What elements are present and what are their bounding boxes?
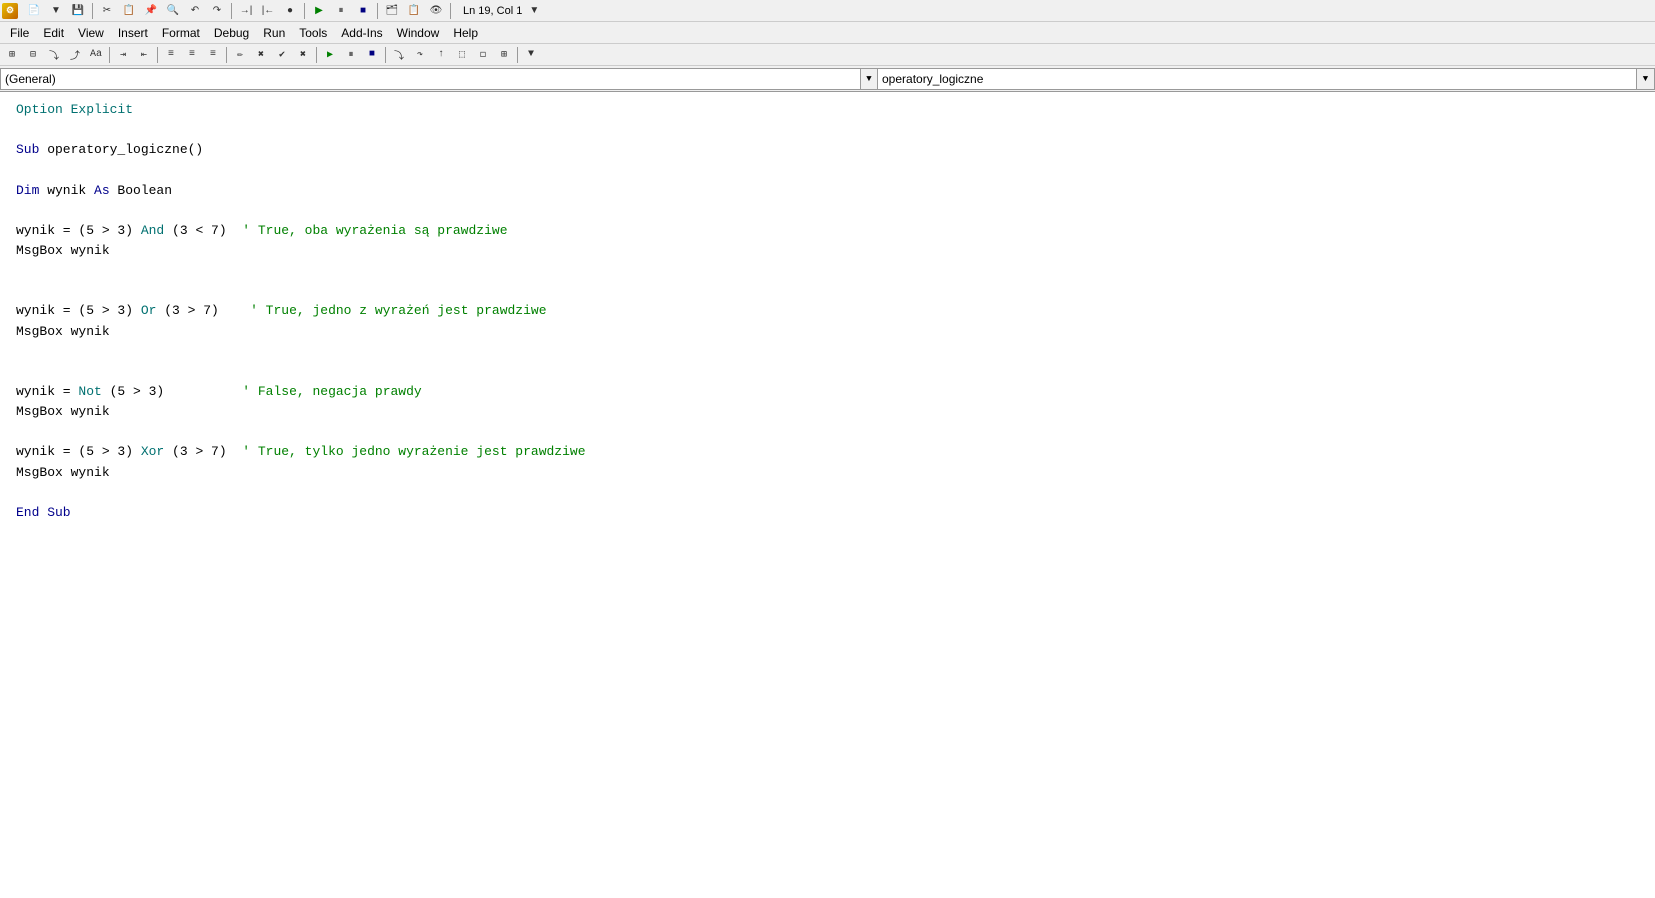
code-line-and: wynik = (5 > 3) And (3 < 7) ' True, oba …	[16, 221, 1639, 241]
menu-format[interactable]: Format	[156, 24, 206, 42]
tb2-locals[interactable]: ⬚	[452, 46, 472, 64]
code-line-blank-8	[16, 422, 1639, 442]
tb-paste[interactable]: 📌	[141, 2, 161, 20]
tb2-call-stack[interactable]: ⊞	[494, 46, 514, 64]
tb2-4[interactable]: ⤴	[65, 46, 85, 64]
sep10	[385, 47, 386, 63]
tb2-outdent1[interactable]: ⇤	[134, 46, 154, 64]
code-line-msgbox-2: MsgBox wynik	[16, 322, 1639, 342]
sep1	[92, 3, 93, 19]
menu-tools[interactable]: Tools	[293, 24, 333, 42]
sep5	[450, 3, 451, 19]
sep6	[109, 47, 110, 63]
code-line-msgbox-3: MsgBox wynik	[16, 402, 1639, 422]
code-line-blank-1	[16, 120, 1639, 140]
menu-bar: File Edit View Insert Format Debug Run T…	[0, 22, 1655, 44]
tb2-pause2[interactable]: ⏸	[341, 46, 361, 64]
tb-toggle-bkpt[interactable]: ●	[280, 2, 300, 20]
tb2-scroll[interactable]: ▼	[521, 46, 541, 64]
code-line-not: wynik = Not (5 > 3) ' False, negacja pra…	[16, 382, 1639, 402]
menu-window[interactable]: Window	[391, 24, 446, 42]
sep8	[226, 47, 227, 63]
tb-run[interactable]: ▶	[309, 2, 329, 20]
sep11	[517, 47, 518, 63]
tb-scroll-arrow[interactable]: ▼	[524, 2, 544, 20]
code-line-sub-start: Sub operatory_logiczne()	[16, 140, 1639, 160]
code-line-msgbox-4: MsgBox wynik	[16, 463, 1639, 483]
tb2-align-l[interactable]: ≡	[161, 46, 181, 64]
tb-project[interactable]: 🗂	[382, 2, 402, 20]
menu-insert[interactable]: Insert	[112, 24, 154, 42]
sep2	[231, 3, 232, 19]
menu-help[interactable]: Help	[447, 24, 484, 42]
tb2-1[interactable]: ⊞	[2, 46, 22, 64]
code-line-blank-7	[16, 362, 1639, 382]
code-line-blank-3	[16, 201, 1639, 221]
tb-cut[interactable]: ✂	[97, 2, 117, 20]
code-line-blank-6	[16, 342, 1639, 362]
tb-indent[interactable]: →|	[236, 2, 256, 20]
code-line-option-explicit: Option Explicit	[16, 100, 1639, 120]
code-line-msgbox-1: MsgBox wynik	[16, 241, 1639, 261]
tb2-check[interactable]: ✔	[272, 46, 292, 64]
cursor-position: Ln 19, Col 1	[463, 5, 522, 17]
tb2-2[interactable]: ⊟	[23, 46, 43, 64]
code-editor[interactable]: Option Explicit Sub operatory_logiczne()…	[0, 92, 1655, 898]
tb2-align-r[interactable]: ≡	[203, 46, 223, 64]
scope-dropdown-arrow[interactable]: ▼	[860, 68, 878, 90]
tb-redo-label[interactable]: ↷	[207, 2, 227, 20]
app-icon: ⚙	[2, 3, 18, 19]
tb-icon-1[interactable]: 📄	[24, 2, 44, 20]
code-line-or: wynik = (5 > 3) Or (3 > 7) ' True, jedno…	[16, 301, 1639, 321]
toolbar2: ⊞ ⊟ ⤵ ⤴ Aa ⇥ ⇤ ≡ ≡ ≡ ✏ ✖ ✔ ✖ ▶ ⏸ ■ ⤵ ↷ ↑…	[0, 44, 1655, 66]
tb-save[interactable]: 💾	[68, 2, 88, 20]
title-bar: ⚙ 📄 ▼ 💾 ✂ 📋 📌 🔍 ↶ ↷ →| |← ● ▶ ⏸ ■ 🗂 📋 👁 …	[0, 0, 1655, 22]
code-line-blank-5	[16, 281, 1639, 301]
tb2-align-c[interactable]: ≡	[182, 46, 202, 64]
proc-name-label: operatory_logiczne	[882, 72, 983, 86]
code-line-blank-9	[16, 483, 1639, 503]
tb-dropdown[interactable]: ▼	[46, 2, 66, 20]
menu-file[interactable]: File	[4, 24, 35, 42]
scope-dropdown[interactable]: (General)	[0, 68, 860, 90]
sep3	[304, 3, 305, 19]
sep4	[377, 3, 378, 19]
tb2-stop2[interactable]: ■	[362, 46, 382, 64]
tb2-step-out[interactable]: ↑	[431, 46, 451, 64]
code-line-xor: wynik = (5 > 3) Xor (3 > 7) ' True, tylk…	[16, 442, 1639, 462]
proc-dropdown-value: operatory_logiczne	[878, 68, 1637, 90]
code-line-end-sub: End Sub	[16, 503, 1639, 523]
tb2-step-over[interactable]: ↷	[410, 46, 430, 64]
tb2-5[interactable]: Aa	[86, 46, 106, 64]
menu-edit[interactable]: Edit	[37, 24, 70, 42]
tb-properties[interactable]: 📋	[404, 2, 424, 20]
menu-debug[interactable]: Debug	[208, 24, 255, 42]
combo-bar: (General) ▼ operatory_logiczne ▼	[0, 66, 1655, 92]
tb-stop[interactable]: ■	[353, 2, 373, 20]
code-line-dim: Dim wynik As Boolean	[16, 181, 1639, 201]
tb2-x2[interactable]: ✖	[293, 46, 313, 64]
tb2-3[interactable]: ⤵	[44, 46, 64, 64]
tb2-indent1[interactable]: ⇥	[113, 46, 133, 64]
menu-addins[interactable]: Add-Ins	[335, 24, 388, 42]
code-line-blank-4	[16, 261, 1639, 281]
tb-pause[interactable]: ⏸	[331, 2, 351, 20]
tb2-watch2[interactable]: ◻	[473, 46, 493, 64]
menu-run[interactable]: Run	[257, 24, 291, 42]
tb2-run2[interactable]: ▶	[320, 46, 340, 64]
tb2-pen[interactable]: ✏	[230, 46, 250, 64]
tb-find[interactable]: 🔍	[163, 2, 183, 20]
tb-copy[interactable]: 📋	[119, 2, 139, 20]
sep7	[157, 47, 158, 63]
code-line-blank-2	[16, 160, 1639, 180]
tb2-cross[interactable]: ✖	[251, 46, 271, 64]
proc-dropdown-arrow[interactable]: ▼	[1637, 68, 1655, 90]
sep9	[316, 47, 317, 63]
tb-watch[interactable]: 👁	[426, 2, 446, 20]
tb-undo-label[interactable]: ↶	[185, 2, 205, 20]
menu-view[interactable]: View	[72, 24, 110, 42]
tb2-step-into[interactable]: ⤵	[389, 46, 409, 64]
tb-outdent[interactable]: |←	[258, 2, 278, 20]
